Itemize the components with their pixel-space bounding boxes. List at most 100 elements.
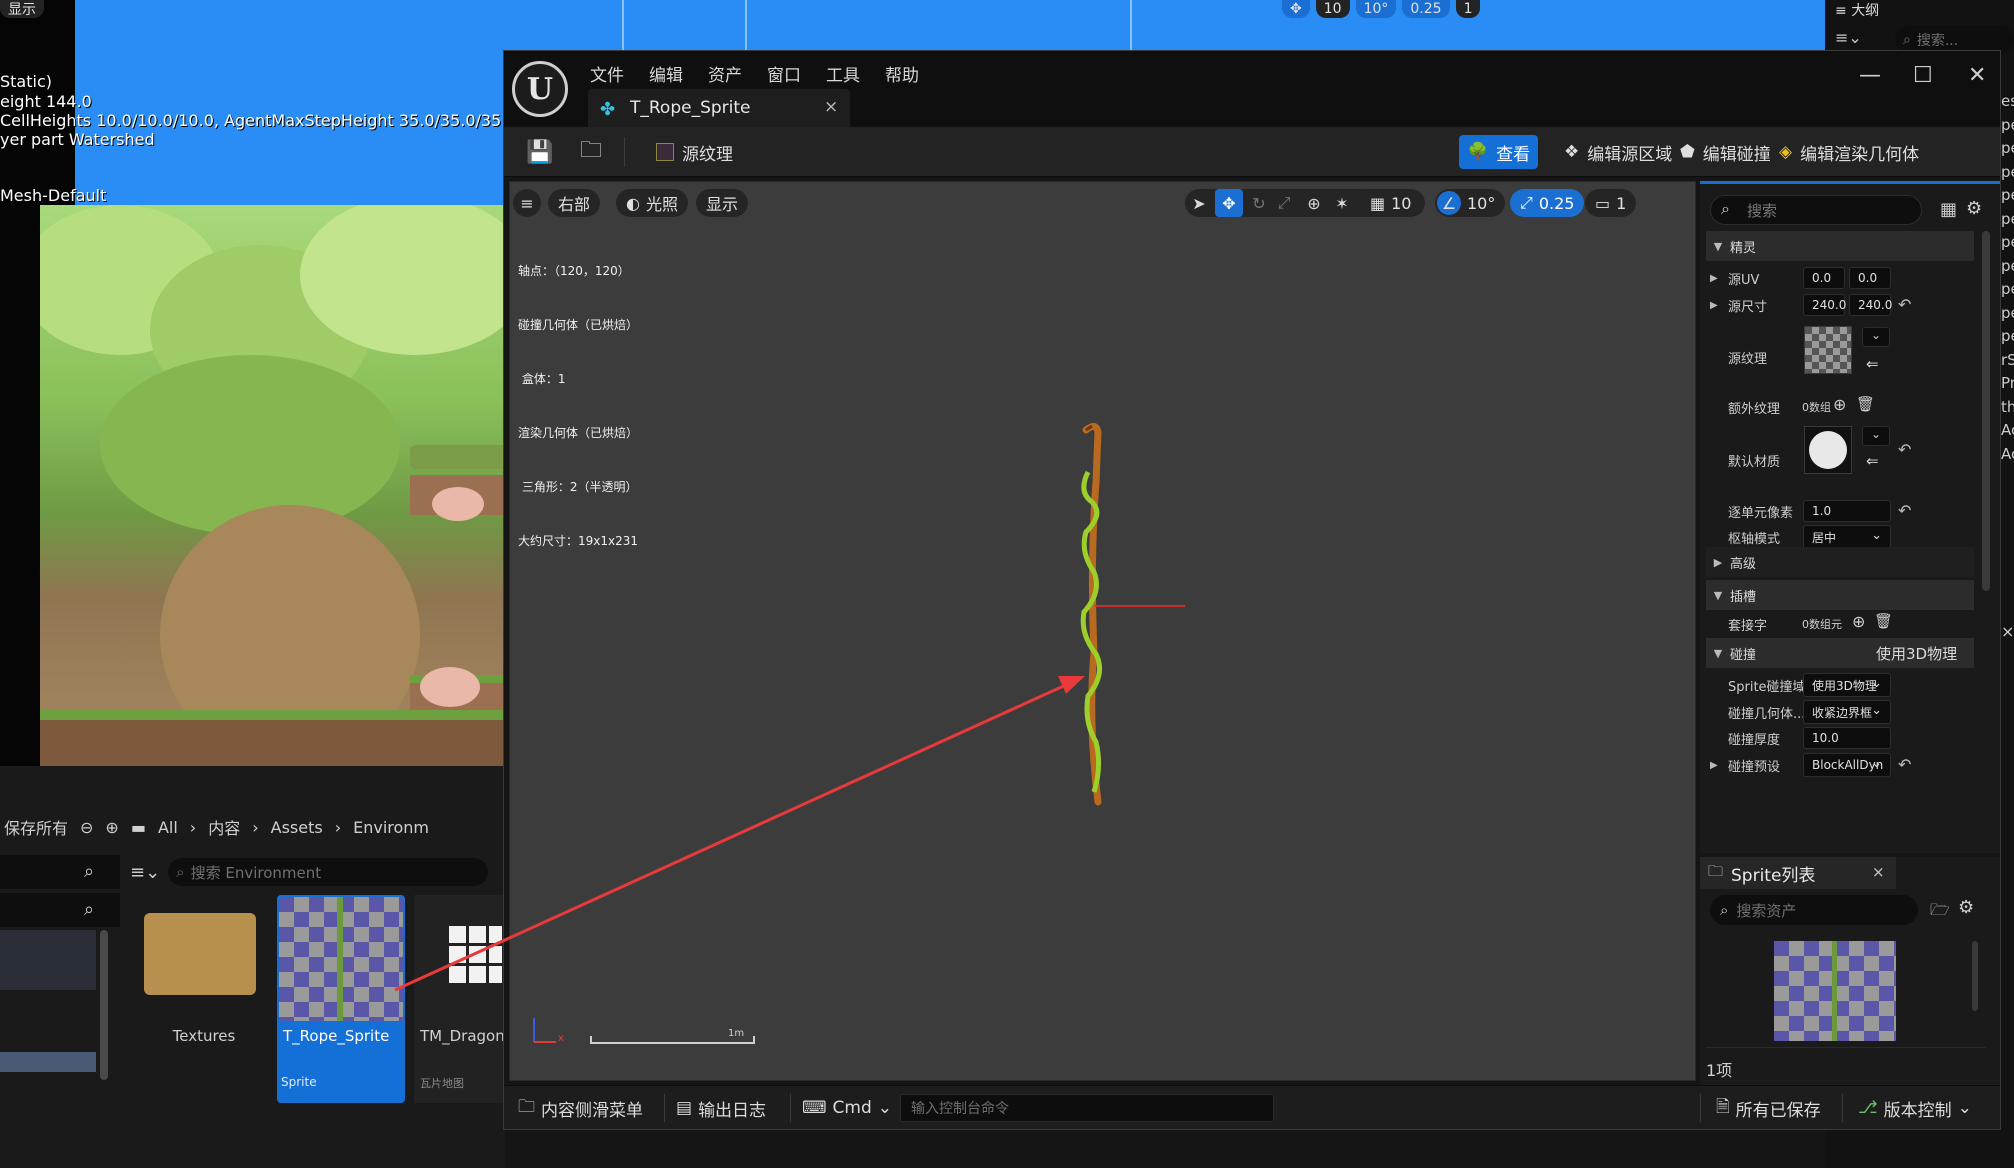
expand-arrow-icon[interactable]: ▶ bbox=[1710, 273, 1718, 284]
breadcrumb-assets[interactable]: Assets bbox=[271, 818, 323, 837]
sprite-list-search[interactable]: ⌕ 搜索资产 bbox=[1710, 895, 1918, 925]
grid-snap-button[interactable]: ▦ 10 bbox=[1360, 189, 1422, 217]
outliner-row[interactable]: pe bbox=[2001, 161, 2014, 185]
reset-to-default-icon[interactable]: ↶ bbox=[1898, 501, 1911, 520]
outliner-row[interactable]: Ac bbox=[2001, 419, 2014, 443]
folder-icon[interactable]: 🗁 bbox=[1930, 899, 1950, 926]
close-tab-icon[interactable]: × bbox=[824, 97, 838, 117]
collision-preset-dropdown[interactable]: BlockAllDyn ⌄ bbox=[1803, 753, 1891, 777]
bg-show-button[interactable]: 显示 bbox=[0, 0, 44, 18]
pivot-mode-dropdown[interactable]: 居中 ⌄ bbox=[1803, 525, 1891, 549]
menu-file[interactable]: 文件 bbox=[590, 57, 643, 86]
sprite-list-scrollbar[interactable] bbox=[1972, 941, 1978, 1011]
content-drawer-button[interactable]: 🗀 内容侧滑菜单 bbox=[512, 1093, 649, 1123]
save-icon[interactable]: 💾 bbox=[518, 135, 561, 169]
default-material-thumbnail[interactable] bbox=[1804, 426, 1852, 474]
show-dropdown[interactable]: 显示 bbox=[696, 189, 749, 217]
use-selected-asset-icon[interactable]: ⇐ bbox=[1866, 452, 1879, 470]
details-scrollbar[interactable] bbox=[1982, 231, 1990, 591]
source-size-y-field[interactable]: 240.0 bbox=[1849, 294, 1892, 316]
viewport-menu-icon[interactable]: ≡ bbox=[513, 189, 541, 217]
scale-snap-button[interactable]: 0.25 bbox=[1402, 0, 1450, 18]
lighting-dropdown[interactable]: ◐ 光照 bbox=[616, 189, 688, 217]
outliner-row[interactable]: rS bbox=[2001, 349, 2014, 373]
scale-tool-icon[interactable]: ⤢ bbox=[1270, 189, 1298, 217]
surface-snap-icon[interactable]: ✶ bbox=[1328, 189, 1356, 217]
cb-sources-search[interactable]: ⌕ bbox=[0, 893, 120, 927]
outliner-row[interactable]: pe bbox=[2001, 114, 2014, 138]
world-local-icon[interactable]: ⊕ bbox=[1300, 189, 1328, 217]
collision-geometry-dropdown[interactable]: 收紧边界框 ⌄ bbox=[1803, 700, 1891, 724]
edit-render-geometry-button[interactable]: ◈ 编辑渲染几何体 bbox=[1771, 135, 1927, 169]
source-uv-x-field[interactable]: 0.0 bbox=[1803, 267, 1845, 289]
settings-gear-icon[interactable]: ⚙ bbox=[1966, 198, 1982, 219]
add-element-icon[interactable]: ⊕ bbox=[1833, 395, 1846, 414]
breadcrumb-environment[interactable]: Environm bbox=[353, 818, 429, 837]
section-advanced[interactable]: ▶ 高级 bbox=[1706, 547, 1974, 577]
cb-folder-tree-selection[interactable] bbox=[0, 930, 96, 990]
source-uv-y-field[interactable]: 0.0 bbox=[1849, 267, 1891, 289]
angle-snap-button[interactable]: ∠ 10° bbox=[1435, 189, 1506, 217]
table-view-icon[interactable]: ▦ bbox=[1940, 199, 1957, 220]
outliner-row[interactable]: pe bbox=[2001, 231, 2014, 255]
details-search-input[interactable]: ⌕ 搜索 bbox=[1710, 195, 1922, 225]
outliner-row[interactable]: pe bbox=[2001, 302, 2014, 326]
section-sockets[interactable]: ▼ 插槽 bbox=[1706, 580, 1974, 610]
menu-tools[interactable]: 工具 bbox=[826, 57, 879, 86]
source-texture-thumbnail[interactable] bbox=[1804, 326, 1852, 374]
reset-to-default-icon[interactable]: ↶ bbox=[1898, 440, 1911, 459]
pixels-per-unit-field[interactable]: 1.0 bbox=[1803, 500, 1891, 522]
select-tool-icon[interactable]: ✥ bbox=[1282, 0, 1310, 18]
cmd-dropdown[interactable]: ⌨ Cmd ⌄ bbox=[796, 1093, 898, 1123]
expand-arrow-icon[interactable]: ▶ bbox=[1710, 760, 1718, 771]
camera-speed-button[interactable]: ▭ 1 bbox=[1585, 189, 1637, 217]
cb-search-input[interactable]: ⌕ 搜索 Environment bbox=[168, 858, 489, 886]
forward-arrow-icon[interactable]: ⊕ bbox=[105, 818, 118, 837]
camera-speed-button[interactable]: 1 bbox=[1455, 0, 1481, 18]
output-log-button[interactable]: ▤ 输出日志 bbox=[670, 1093, 772, 1123]
chevron-down-icon[interactable]: ⌄ bbox=[1862, 327, 1890, 347]
minimize-icon[interactable]: — bbox=[1859, 63, 1881, 88]
angle-snap-button[interactable]: 10° bbox=[1355, 0, 1397, 18]
outliner-row[interactable]: th bbox=[2001, 396, 2014, 420]
translate-tool-icon[interactable]: ✥ bbox=[1215, 189, 1243, 217]
trash-icon[interactable]: 🗑 bbox=[1856, 395, 1875, 413]
sprite-list-thumbnail[interactable] bbox=[1774, 941, 1896, 1041]
reset-to-default-icon[interactable]: ↶ bbox=[1898, 295, 1911, 314]
asset-tile-t-rope-sprite[interactable]: T_Rope_Sprite Sprite bbox=[277, 895, 405, 1103]
all-saved-indicator[interactable]: 🗎 所有已保存 bbox=[1710, 1093, 1827, 1123]
asset-tab[interactable]: ✤ T_Rope_Sprite × bbox=[588, 89, 850, 127]
menu-edit[interactable]: 编辑 bbox=[649, 57, 702, 86]
select-tool-icon[interactable]: ➤ bbox=[1185, 189, 1213, 217]
settings-gear-icon[interactable]: ⚙ bbox=[1958, 897, 1974, 918]
outliner-row[interactable]: pe bbox=[2001, 255, 2014, 279]
back-arrow-icon[interactable]: ⊖ bbox=[80, 818, 93, 837]
sprite-list-tab[interactable]: 🗀 Sprite列表 × bbox=[1700, 857, 1896, 889]
asset-tile-textures[interactable]: Textures bbox=[140, 895, 268, 1103]
cb-scrollbar[interactable] bbox=[100, 930, 108, 1080]
browse-asset-icon[interactable]: 🗀 bbox=[572, 135, 610, 169]
menu-window[interactable]: 窗口 bbox=[767, 57, 820, 86]
save-all-button[interactable]: 保存所有 bbox=[0, 815, 68, 839]
chevron-down-icon[interactable]: ⌄ bbox=[1862, 426, 1890, 446]
trash-icon[interactable]: 🗑 bbox=[1874, 612, 1893, 630]
cb-folder-tree-item[interactable] bbox=[0, 1052, 96, 1072]
source-texture-button[interactable]: 源纹理 bbox=[648, 135, 741, 169]
edit-collision-button[interactable]: ⬟ 编辑碰撞 bbox=[1672, 135, 1779, 169]
filter-icon[interactable]: ≡⌄ bbox=[1835, 28, 1865, 50]
outliner-row[interactable]: pe bbox=[2001, 184, 2014, 208]
source-control-button[interactable]: ⎇ 版本控制 ⌄ bbox=[1852, 1093, 1978, 1123]
outliner-row[interactable]: pe bbox=[2001, 278, 2014, 302]
grid-snap-button[interactable]: 10 bbox=[1315, 0, 1350, 18]
rotate-tool-icon[interactable]: ↻ bbox=[1245, 189, 1273, 217]
outliner-row[interactable]: pe bbox=[2001, 325, 2014, 349]
outliner-row[interactable]: pe bbox=[2001, 137, 2014, 161]
close-icon[interactable]: × bbox=[2001, 622, 2014, 641]
use-selected-asset-icon[interactable]: ⇐ bbox=[1866, 355, 1879, 373]
view-mode-button[interactable]: 🌳 查看 bbox=[1459, 135, 1539, 169]
reset-to-default-icon[interactable]: ↶ bbox=[1898, 755, 1911, 774]
menu-asset[interactable]: 资产 bbox=[708, 57, 761, 86]
add-element-icon[interactable]: ⊕ bbox=[1852, 612, 1865, 631]
outliner-row[interactable]: es bbox=[2001, 90, 2014, 114]
scale-snap-button[interactable]: ⤢ 0.25 bbox=[1510, 189, 1585, 217]
